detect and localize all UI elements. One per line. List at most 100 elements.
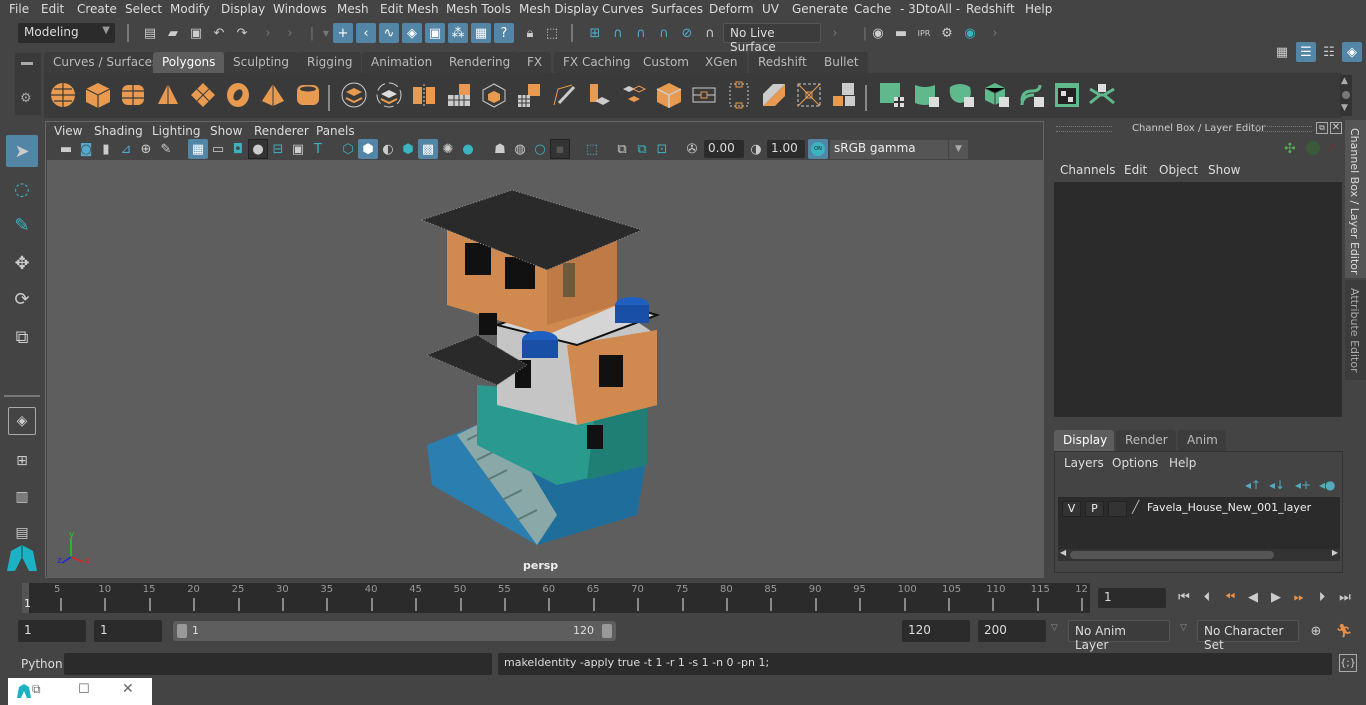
- poly-plane-icon[interactable]: [189, 81, 217, 109]
- chevron-down-icon[interactable]: ▽: [1051, 623, 1058, 633]
- anti-aliasing-icon[interactable]: ○: [530, 139, 550, 159]
- undo-icon[interactable]: ↶: [209, 23, 229, 43]
- menu-modify[interactable]: Modify: [170, 2, 210, 16]
- range-start-handle[interactable]: [177, 624, 187, 638]
- shelf-tab-xgen[interactable]: XGen: [696, 52, 747, 73]
- layer-playback-toggle[interactable]: P: [1085, 501, 1104, 517]
- menu-create[interactable]: Create: [77, 2, 117, 16]
- viewport-menu-show[interactable]: Show: [210, 124, 242, 138]
- menu-mesh-tools[interactable]: Mesh Tools: [446, 2, 511, 16]
- viewport-menu-view[interactable]: View: [54, 124, 82, 138]
- extrude-icon[interactable]: [585, 81, 613, 109]
- layer-display-type-toggle[interactable]: [1108, 501, 1127, 517]
- grease-pencil-icon[interactable]: ✎: [156, 139, 176, 159]
- paint-select-icon[interactable]: ✎: [6, 209, 38, 241]
- select-rendering-icon[interactable]: ▦: [471, 23, 491, 43]
- uv-cylindrical-icon[interactable]: [913, 81, 941, 109]
- auto-key-icon[interactable]: ⊕: [1306, 621, 1326, 641]
- insert-loop-icon[interactable]: [725, 81, 753, 109]
- layer-visibility-toggle[interactable]: V: [1062, 501, 1081, 517]
- side-tab-attribute-editor[interactable]: Attribute Editor: [1345, 280, 1366, 380]
- poly-pyramid-icon[interactable]: [259, 81, 287, 109]
- step-forward-frame-icon[interactable]: ⏵: [1312, 587, 1332, 607]
- tool-settings-icon[interactable]: ☷: [1319, 42, 1339, 62]
- maximize-icon[interactable]: ☐: [78, 682, 90, 697]
- menu-cache[interactable]: Cache: [854, 2, 891, 16]
- workspace-dropdown[interactable]: Modeling ▼: [18, 23, 115, 43]
- viewport-menu-lighting[interactable]: Lighting: [152, 124, 201, 138]
- shelf-tab-rendering[interactable]: Rendering: [440, 52, 520, 73]
- film-gate-icon[interactable]: ▭: [208, 139, 228, 159]
- motion-blur-icon[interactable]: ◍: [510, 139, 530, 159]
- select-handles-icon[interactable]: +: [333, 23, 353, 43]
- xray-icon[interactable]: ⧉: [612, 139, 632, 159]
- snap-live-icon[interactable]: ⊘: [677, 23, 697, 43]
- script-editor-icon[interactable]: {;}: [1339, 654, 1357, 672]
- gamma-field[interactable]: 1.00: [767, 140, 805, 158]
- gamma-icon[interactable]: ◑: [746, 139, 766, 159]
- xray-joints-icon[interactable]: ⊡: [652, 139, 672, 159]
- layer-tab-display[interactable]: Display: [1054, 430, 1114, 451]
- current-frame-field[interactable]: 1: [1098, 588, 1166, 608]
- lock-icon[interactable]: 🔒︎: [520, 23, 540, 43]
- exposure-icon[interactable]: ✇: [682, 139, 702, 159]
- command-language-toggle[interactable]: Python: [21, 657, 63, 671]
- favela-house-model[interactable]: [417, 185, 677, 555]
- shelf-tab-polygons[interactable]: Polygons: [153, 52, 225, 73]
- step-back-frame-icon[interactable]: ⏴: [1197, 587, 1217, 607]
- new-scene-icon[interactable]: ▤: [140, 23, 160, 43]
- extract-icon[interactable]: [410, 81, 438, 109]
- menu-help[interactable]: Help: [1025, 2, 1052, 16]
- textured-icon[interactable]: ▩: [418, 139, 438, 159]
- outliner-persp-layout-icon[interactable]: ▥: [6, 481, 38, 513]
- 2d-pan-zoom-icon[interactable]: ⊕: [136, 139, 156, 159]
- close-icon[interactable]: ✕: [1330, 122, 1342, 134]
- viewport-menu-renderer[interactable]: Renderer: [254, 124, 309, 138]
- select-misc-icon[interactable]: ?: [494, 23, 514, 43]
- separate-icon[interactable]: [375, 81, 403, 109]
- shelf-tab-rigging[interactable]: Rigging: [298, 52, 362, 73]
- menu-generate[interactable]: Generate: [792, 2, 848, 16]
- scale-tool-icon[interactable]: ⧉: [6, 321, 38, 353]
- hypershade-icon[interactable]: ◉: [960, 23, 980, 43]
- manipulator-icon[interactable]: ✣: [1284, 141, 1296, 157]
- uv-planar-icon[interactable]: [878, 81, 906, 109]
- gear-icon[interactable]: ⚙: [20, 91, 32, 106]
- field-chart-icon[interactable]: ⊟: [268, 139, 288, 159]
- shelf-menu-icon[interactable]: [21, 62, 33, 65]
- color-space-dropdown[interactable]: sRGB gamma ▼: [830, 140, 968, 159]
- viewport-canvas[interactable]: y x z persp: [47, 160, 1044, 578]
- go-to-end-icon[interactable]: ⏭: [1335, 587, 1355, 607]
- animation-end-field[interactable]: 200: [978, 620, 1046, 642]
- select-deformations-icon[interactable]: ▣: [425, 23, 445, 43]
- uv-unfold-icon[interactable]: [1018, 81, 1046, 109]
- move-layer-up-icon[interactable]: ◂↑: [1245, 478, 1261, 492]
- layer-tab-anim[interactable]: Anim: [1178, 430, 1226, 451]
- step-forward-key-icon[interactable]: ⏩︎: [1289, 587, 1309, 607]
- new-layer-icon[interactable]: ◂+: [1295, 478, 1311, 492]
- channel-menu-object[interactable]: Object: [1159, 163, 1198, 177]
- range-slider[interactable]: 1 120: [173, 621, 616, 641]
- menu-3dtoall[interactable]: - 3DtoAll -: [900, 2, 960, 16]
- menu-mesh[interactable]: Mesh: [337, 2, 369, 16]
- menu-display[interactable]: Display: [221, 2, 265, 16]
- menu-windows[interactable]: Windows: [273, 2, 327, 16]
- isolate-select-icon[interactable]: ⬚: [582, 139, 602, 159]
- image-plane-icon[interactable]: ⊿: [116, 139, 136, 159]
- layer-tab-render[interactable]: Render: [1116, 430, 1176, 451]
- combine-icon[interactable]: [340, 81, 368, 109]
- shelf-tab-custom[interactable]: Custom: [634, 52, 698, 73]
- select-dynamics-icon[interactable]: ⁂: [448, 23, 468, 43]
- camera-icon[interactable]: ▬: [56, 139, 76, 159]
- select-joints-icon[interactable]: ‹: [356, 23, 376, 43]
- exposure-field[interactable]: 0.00: [704, 140, 744, 158]
- shadows-icon[interactable]: ●: [458, 139, 478, 159]
- boolean-icon[interactable]: [515, 81, 543, 109]
- layer-scrollbar[interactable]: ◀ ▶: [1058, 548, 1340, 561]
- scroll-left-icon[interactable]: ◀: [1060, 548, 1066, 557]
- step-back-key-icon[interactable]: ⏪︎: [1220, 587, 1240, 607]
- close-icon[interactable]: ✕: [122, 681, 134, 697]
- poly-cube-icon[interactable]: [84, 81, 112, 109]
- safe-title-icon[interactable]: T: [308, 139, 328, 159]
- screen-space-ao-icon[interactable]: ☗: [490, 139, 510, 159]
